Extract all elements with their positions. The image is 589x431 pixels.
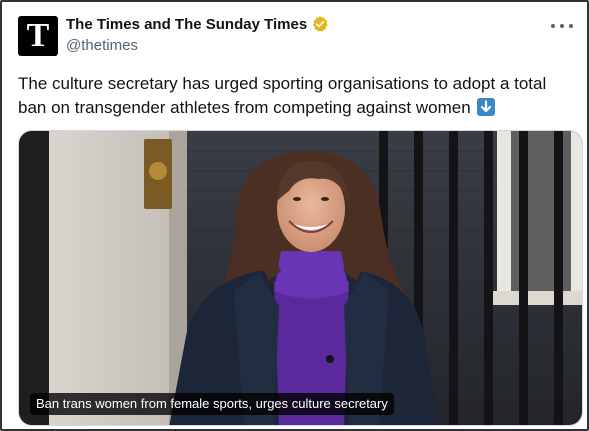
more-options-icon[interactable] — [551, 18, 573, 34]
avatar-letter: T — [26, 17, 50, 54]
tweet-photo[interactable] — [18, 130, 583, 426]
display-name[interactable]: The Times and The Sunday Times — [66, 16, 307, 33]
author-handle[interactable]: @thetimes — [66, 37, 138, 54]
down-arrow-icon — [477, 98, 496, 116]
tweet-text-body: The culture secretary has urged sporting… — [18, 74, 547, 117]
verified-badge-icon[interactable] — [311, 15, 329, 33]
avatar[interactable]: T — [18, 16, 58, 56]
author-name-row: The Times and The Sunday Times — [66, 15, 329, 33]
tweet-card[interactable]: T The Times and The Sunday Times @thetim… — [0, 0, 589, 431]
tweet-text: The culture secretary has urged sporting… — [18, 72, 578, 120]
photo-image — [19, 131, 582, 425]
photo-caption: Ban trans women from female sports, urge… — [30, 393, 394, 415]
